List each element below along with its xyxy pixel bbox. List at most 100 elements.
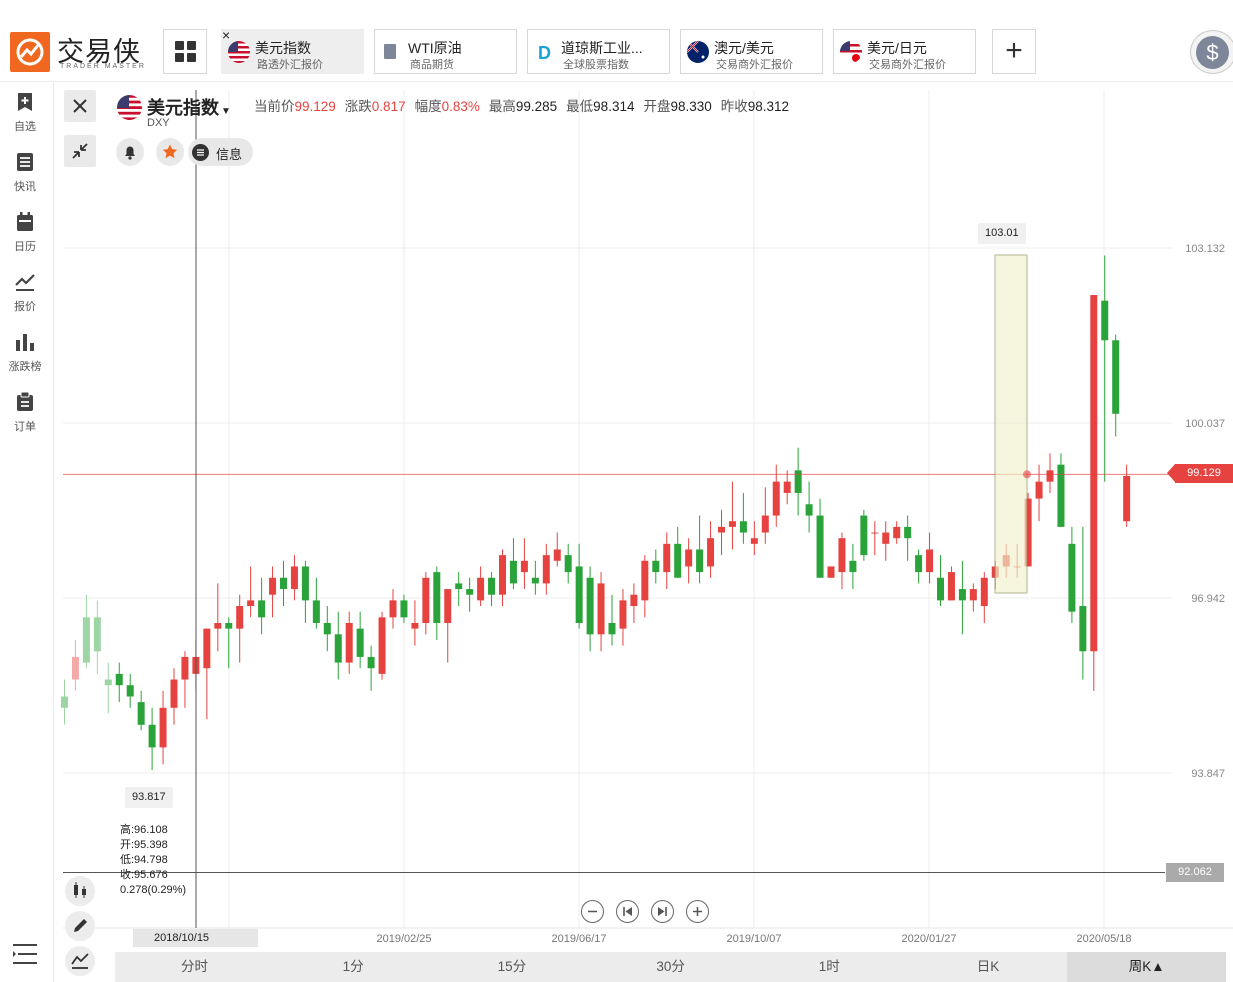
candle-type-button[interactable] [65,876,95,906]
candle-body [247,600,255,607]
tab-aud-usd[interactable]: 澳元/美元 交易商外汇报价 [680,29,823,74]
candle-body [104,679,112,686]
x-tick-label: 2020/05/18 [1076,933,1131,945]
candle-body [685,549,693,567]
sidebar-item-label: 快讯 [14,181,36,193]
candle [115,662,123,703]
candle-body [258,600,266,618]
candle-body [269,577,277,595]
candle [280,560,287,607]
sidebar-item-label: 报价 [14,301,36,313]
candle-body [728,521,736,527]
candle-body [707,538,715,567]
candle-body [93,617,101,652]
tab-subtitle: 交易商外汇报价 [869,59,946,71]
clipboard-icon [17,392,33,411]
candle [269,566,277,618]
candle-body [214,622,222,629]
candle [137,690,145,731]
candle-body [389,600,397,618]
period-tab[interactable]: 15分 [432,952,591,982]
add-tab-button[interactable]: + [992,29,1036,74]
oil-icon [384,44,396,59]
candle-body [1002,555,1010,567]
candle-body [739,521,747,533]
candle [1090,295,1098,691]
period-tab[interactable]: 日K [909,952,1068,982]
candle [509,538,517,590]
candle [258,577,266,635]
sidebar-item-quotes[interactable]: 报价 [0,262,50,318]
candle-body [236,606,244,629]
draw-tool-button[interactable] [65,911,95,941]
period-tab[interactable]: 周K▲ [1067,952,1227,982]
grid-menu-button[interactable] [163,29,207,74]
sidebar-item-orders[interactable]: 订单 [0,382,50,438]
period-tab[interactable]: 分时 [115,952,274,982]
favorite-button[interactable] [156,138,184,166]
candle-body [805,504,813,516]
instrument-name: 美元指数 [147,98,219,118]
jump-start-button[interactable] [616,900,639,923]
ohlc-high: 高:96.108 [120,824,168,836]
stat-label: 幅度 [414,99,442,114]
menu-toggle-button[interactable] [12,943,38,970]
sidebar-item-rankings[interactable]: 涨跌榜 [0,322,50,378]
jump-end-button[interactable] [651,900,674,923]
tab-wti[interactable]: WTI原油 商品期货 [374,29,517,74]
close-tab-icon[interactable]: × [222,27,230,43]
candle-body [345,622,353,663]
period-tab[interactable]: 30分 [591,952,750,982]
candle [816,498,824,578]
account-button[interactable]: $ [1190,30,1233,74]
candle-body [750,538,758,544]
collapse-chart-button[interactable] [64,135,96,167]
candle [455,572,463,607]
sidebar-item-watchlist[interactable]: 自选 [0,82,50,138]
period-tab[interactable]: 1时 [750,952,909,982]
candle-body [499,555,506,595]
candle-body [520,560,528,573]
candle-body [860,515,868,556]
period-tab[interactable]: 1分 [274,952,433,982]
candle [641,555,649,618]
candle [301,560,309,623]
candle-body [203,628,211,669]
tab-dow-jones[interactable]: D 道琼斯工业... 全球股票指数 [527,29,670,74]
indicator-button[interactable] [65,946,95,976]
info-button[interactable]: 信息 [188,138,253,166]
candle [236,594,244,663]
candle-body [696,549,704,573]
zoom-out-button[interactable] [581,900,604,923]
close-chart-button[interactable] [64,90,96,122]
zoom-in-button[interactable] [686,900,709,923]
candle-body [772,481,780,516]
candle-body [564,555,572,573]
candle-body [301,566,309,601]
candle [82,594,90,669]
candle [1068,526,1076,623]
sidebar-item-calendar[interactable]: 日历 [0,202,50,258]
x-tick-label: 2019/06/17 [551,933,606,945]
tab-usd-jpy[interactable]: 美元/日元 交易商外汇报价 [833,29,976,74]
candle-body [630,594,638,607]
alert-button[interactable] [116,138,144,166]
candle [1024,492,1032,567]
crosshair-date-tag: 2018/10/15 [133,929,258,947]
tab-dxy[interactable]: × 美元指数 路透外汇报价 [221,27,364,74]
price-stats: 当前价99.129 涨跌0.817 幅度0.83% 最高99.285 最低98.314 开… [254,95,798,115]
grid-icon-cell [175,53,184,62]
candle-body [761,515,769,533]
candle [345,611,353,674]
info-list-icon [192,144,209,161]
candle-body [991,566,999,578]
stat-value: 0.83% [441,99,480,114]
ohlc-low: 低:94.798 [120,854,168,866]
candle [827,566,835,578]
news-list-icon [17,153,33,171]
candle [1057,453,1065,527]
candle-body [312,600,320,623]
sidebar-item-news[interactable]: 快讯 [0,142,50,198]
dow-jones-icon: D [537,41,559,63]
sidebar-item-label: 自选 [14,121,36,133]
